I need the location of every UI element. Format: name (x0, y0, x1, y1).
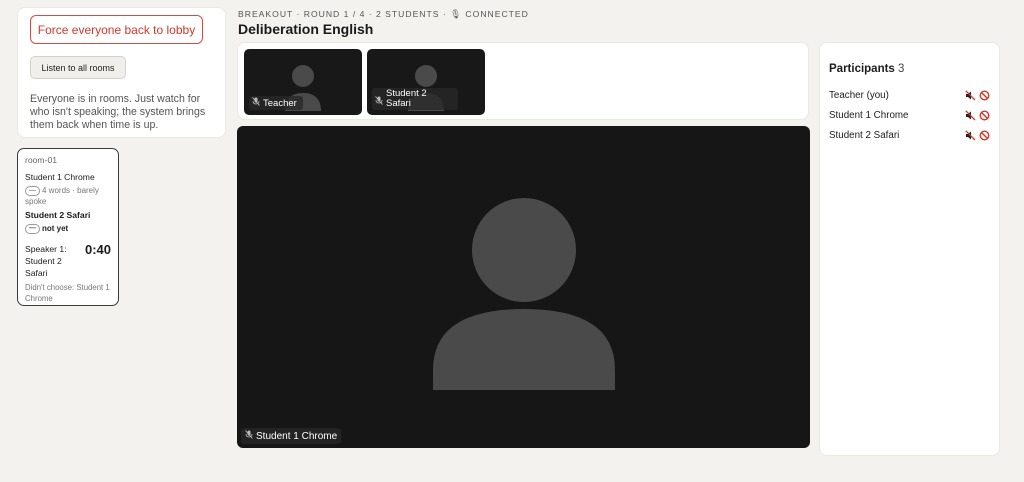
video-tile-name: Student 2 Safari (386, 88, 427, 109)
control-panel: Force everyone back to lobby Listen to a… (17, 7, 226, 138)
block-icon[interactable] (979, 129, 990, 141)
status-pill: — (25, 224, 40, 234)
thumbnail-strip: Teacher Student 2 Safari (237, 42, 809, 120)
participant-name: Teacher (you) (829, 89, 889, 101)
help-text: Everyone is in rooms. Just watch for who… (30, 93, 206, 131)
main-video-name: Student 1 Chrome (256, 431, 338, 442)
mic-off-icon (245, 430, 254, 441)
block-icon[interactable] (979, 109, 990, 121)
participants-panel: Participants 3 Teacher (you) Student 1 C… (819, 42, 1000, 456)
page-title: Deliberation English (238, 21, 374, 37)
status-pill: — (25, 186, 40, 196)
participant-name: Student 1 Chrome (829, 109, 909, 121)
session-status: BREAKOUT · ROUND 1 / 4 · 2 STUDENTS · 🎙 … (238, 9, 529, 19)
speaker-row: Speaker 1: Student 2 Safari 0:40 (25, 242, 111, 279)
listen-all-rooms-button[interactable]: Listen to all rooms (30, 56, 126, 79)
speaker-timer: 0:40 (84, 242, 111, 257)
participants-count: 3 (898, 63, 905, 75)
avatar-silhouette-icon (433, 198, 615, 390)
participant-row: Student 2 Safari (829, 125, 990, 145)
speaker-muted-icon[interactable] (965, 129, 976, 141)
room-student-status: — not yet (25, 223, 111, 234)
participants-title: Participants (829, 63, 895, 75)
status-text: not yet (42, 224, 69, 233)
participant-row: Teacher (you) (829, 85, 990, 105)
video-tile-label: Teacher (249, 96, 303, 110)
mic-off-icon (252, 97, 261, 109)
room-student-status: —4 words · barely spoke (25, 185, 111, 207)
room-title: room-01 (25, 155, 57, 165)
video-tile-student-2[interactable]: Student 2 Safari (367, 49, 485, 115)
video-tile-name: Teacher (263, 98, 297, 109)
choose-note: Didn't choose: Student 1 Chrome (25, 283, 110, 303)
main-video-tile[interactable]: Student 1 Chrome (237, 126, 810, 448)
participants-heading: Participants 3 (829, 63, 990, 75)
block-icon[interactable] (979, 89, 990, 101)
room-student-name: Student 1 Chrome (25, 172, 95, 182)
room-card[interactable]: room-01 Student 1 Chrome —4 words · bare… (17, 148, 119, 306)
main-video-label: Student 1 Chrome (241, 428, 342, 444)
room-student-name: Student 2 Safari (25, 210, 91, 220)
speaker-muted-icon[interactable] (965, 109, 976, 121)
force-lobby-button[interactable]: Force everyone back to lobby (30, 15, 203, 44)
speaker-muted-icon[interactable] (965, 89, 976, 101)
participant-row: Student 1 Chrome (829, 105, 990, 125)
current-speaker: Speaker 1: Student 2 Safari (25, 244, 67, 278)
mic-off-icon (375, 96, 384, 108)
participant-name: Student 2 Safari (829, 129, 900, 141)
video-tile-teacher[interactable]: Teacher (244, 49, 362, 115)
video-tile-label: Student 2 Safari (372, 88, 458, 110)
